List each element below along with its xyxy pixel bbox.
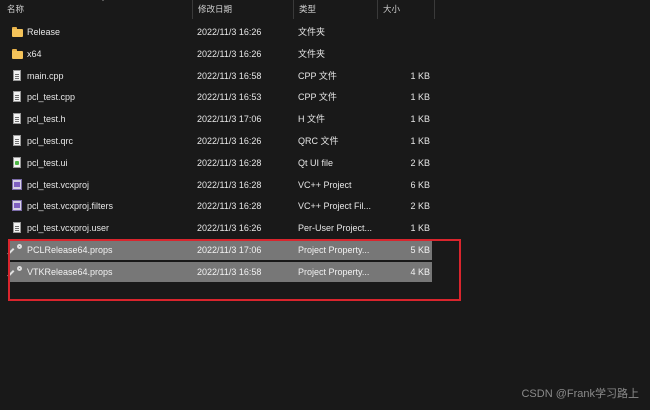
file-name: pcl_test.cpp <box>27 92 76 102</box>
file-type: 文件夹 <box>298 27 326 37</box>
file-name: pcl_test.qrc <box>27 136 74 146</box>
document-icon <box>12 70 23 82</box>
file-name: pcl_test.vcxproj <box>27 180 90 190</box>
file-row[interactable]: pcl_test.cpp 2022/11/3 16:53 CPP 文件 1 KB <box>8 87 432 107</box>
file-name: pcl_test.vcxproj.user <box>27 223 110 233</box>
column-header: 名称 修改日期 类型 大小 <box>0 0 650 19</box>
file-type: 文件夹 <box>298 49 326 59</box>
file-size: 1 KB <box>410 92 430 102</box>
file-row[interactable]: pcl_test.vcxproj 2022/11/3 16:28 VC++ Proj… <box>8 175 432 195</box>
file-size: 2 KB <box>410 201 430 211</box>
file-date-modified: 2022/11/3 17:06 <box>197 114 262 124</box>
folder-icon <box>12 27 23 39</box>
vcxproj-filters-icon <box>12 200 23 212</box>
column-header-name[interactable]: 名称 <box>3 0 190 19</box>
file-date-modified: 2022/11/3 16:26 <box>197 49 262 59</box>
file-row[interactable]: pcl_test.h 2022/11/3 17:06 H 文件 1 KB <box>8 109 432 129</box>
file-type: CPP 文件 <box>298 92 337 102</box>
file-row[interactable]: x64 2022/11/3 16:26 文件夹 <box>8 44 432 64</box>
file-row[interactable]: main.cpp 2022/11/3 16:58 CPP 文件 1 KB <box>8 66 432 86</box>
file-type: VC++ Project Fil... <box>298 201 372 211</box>
file-name: x64 <box>27 49 42 59</box>
file-type: VC++ Project <box>298 180 352 190</box>
column-header-date-modified[interactable]: 修改日期 <box>192 0 292 19</box>
file-date-modified: 2022/11/3 16:26 <box>197 27 262 37</box>
file-size: 6 KB <box>410 180 430 190</box>
document-icon <box>12 135 23 147</box>
file-row[interactable]: pcl_test.ui 2022/11/3 16:28 Qt UI file 2 KB <box>8 153 432 173</box>
file-row[interactable]: pcl_test.vcxproj.filters 2022/11/3 16:28 V… <box>8 196 432 216</box>
file-row[interactable]: pcl_test.qrc 2022/11/3 16:26 QRC 文件 1 KB <box>8 131 432 151</box>
file-name: pcl_test.h <box>27 114 66 124</box>
file-size: 1 KB <box>410 223 430 233</box>
file-size: 1 KB <box>410 71 430 81</box>
file-date-modified: 2022/11/3 16:53 <box>197 92 262 102</box>
file-size: 2 KB <box>410 158 430 168</box>
file-date-modified: 2022/11/3 16:58 <box>197 71 262 81</box>
file-date-modified: 2022/11/3 16:28 <box>197 158 262 168</box>
file-date-modified: 2022/11/3 16:28 <box>197 201 262 211</box>
file-name: pcl_test.ui <box>27 158 68 168</box>
document-icon <box>12 222 23 234</box>
file-type: H 文件 <box>298 114 326 124</box>
vcxproj-icon <box>12 179 23 191</box>
file-size <box>380 22 430 42</box>
file-row[interactable]: pcl_test.vcxproj.user 2022/11/3 16:26 Per-… <box>8 218 432 238</box>
file-type: CPP 文件 <box>298 71 337 81</box>
column-header-type[interactable]: 类型 <box>293 0 375 19</box>
file-name: Release <box>27 27 61 37</box>
file-date-modified: 2022/11/3 16:28 <box>197 180 262 190</box>
file-type: QRC 文件 <box>298 136 339 146</box>
file-row[interactable]: Release 2022/11/3 16:26 文件夹 <box>8 22 432 42</box>
annotation-highlight-box <box>8 239 461 301</box>
watermark: CSDN @Frank学习路上 <box>521 388 639 400</box>
file-size: 1 KB <box>410 136 430 146</box>
file-size <box>380 44 430 64</box>
file-size: 1 KB <box>410 114 430 124</box>
file-date-modified: 2022/11/3 16:26 <box>197 223 262 233</box>
file-name: main.cpp <box>27 71 64 81</box>
file-type: Per-User Project... <box>298 223 373 233</box>
document-icon <box>12 91 23 103</box>
file-type: Qt UI file <box>298 158 334 168</box>
file-name: pcl_test.vcxproj.filters <box>27 201 114 211</box>
document-icon <box>12 113 23 125</box>
qt-ui-file-icon <box>12 157 23 169</box>
file-date-modified: 2022/11/3 16:26 <box>197 136 262 146</box>
folder-icon <box>12 49 23 61</box>
column-header-size[interactable]: 大小 <box>377 0 435 19</box>
